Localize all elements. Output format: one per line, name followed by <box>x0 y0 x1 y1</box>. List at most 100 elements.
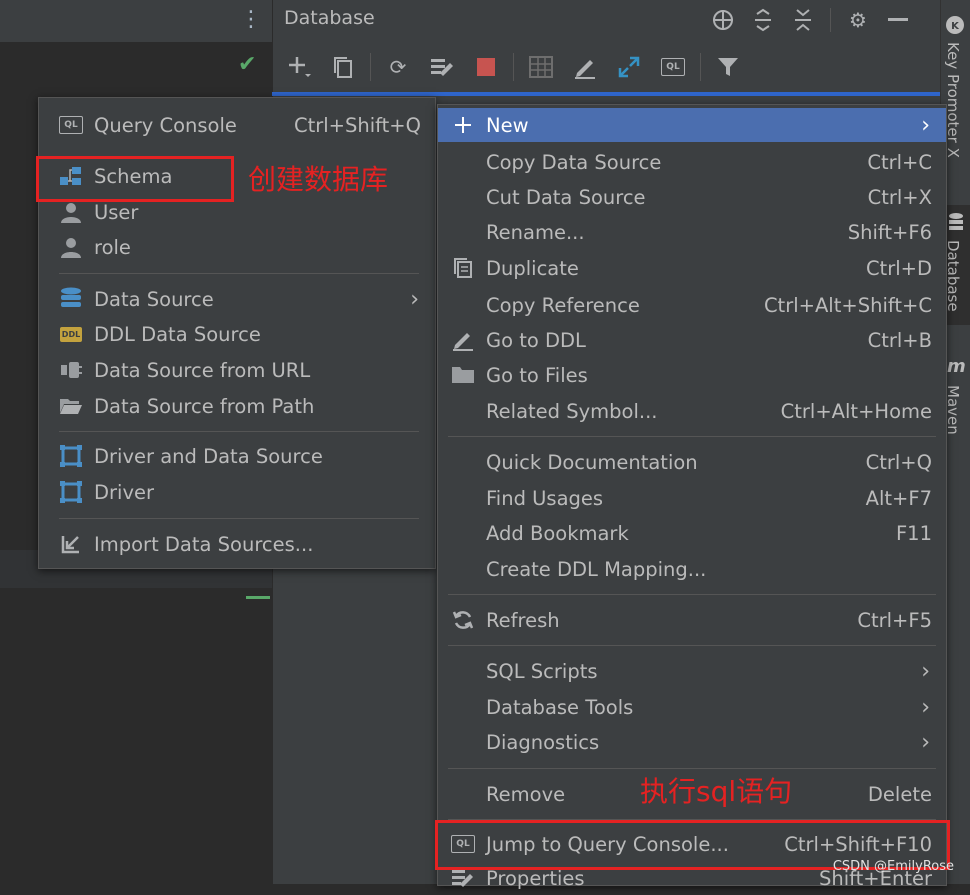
menu-item-shortcut: Ctrl+Shift+Q <box>293 113 421 137</box>
menu-item-new[interactable]: New › <box>438 108 946 142</box>
schema-annotation: 创建数据库 <box>248 163 389 196</box>
menu-item-copy-reference[interactable]: Copy Reference Ctrl+Alt+Shift+C <box>438 288 946 322</box>
query-console-icon[interactable]: QL <box>656 50 690 84</box>
submenu-arrow-icon: › <box>921 112 930 138</box>
refresh-icon[interactable]: ⟳ <box>381 50 415 84</box>
menu-separator <box>448 436 936 437</box>
query-console-icon: QL <box>59 113 83 137</box>
driver-icon <box>59 480 83 504</box>
minimize-icon[interactable] <box>885 5 911 35</box>
kebab-menu-icon[interactable]: ⋮ <box>240 6 262 34</box>
crosshair-icon[interactable] <box>710 5 736 35</box>
inspection-ok-icon: ✔ <box>238 52 257 77</box>
menu-item-label: Data Source <box>94 287 214 311</box>
menu-item-sql-scripts[interactable]: SQL Scripts › <box>438 654 946 688</box>
editor-tabbar <box>0 0 272 42</box>
menu-item-go-to-ddl[interactable]: Go to DDL Ctrl+B <box>438 323 946 357</box>
edit-icon[interactable] <box>568 50 602 84</box>
menu-item-label: Query Console <box>94 113 237 137</box>
refresh-icon <box>451 608 475 632</box>
table-icon[interactable] <box>524 50 558 84</box>
menu-item-find-usages[interactable]: Find Usages Alt+F7 <box>438 481 946 515</box>
menu-item-add-bookmark[interactable]: Add Bookmark F11 <box>438 516 946 550</box>
database-panel-title: Database <box>284 7 375 29</box>
menu-item-data-source[interactable]: Data Source › <box>39 282 435 316</box>
submenu-arrow-icon: › <box>410 286 419 312</box>
database-icon <box>947 212 965 234</box>
menu-item-label: User <box>94 200 139 224</box>
ddl-icon: DDL <box>59 322 83 346</box>
menu-item-label: Cut Data Source <box>486 185 646 209</box>
menu-item-label: Find Usages <box>486 486 604 510</box>
menu-item-create-ddl-mapping[interactable]: Create DDL Mapping... <box>438 552 946 586</box>
menu-separator <box>59 273 419 274</box>
maven-icon: m <box>947 356 966 377</box>
menu-separator <box>448 645 936 646</box>
menu-item-driver[interactable]: Driver <box>39 475 435 509</box>
database-toolbar: ⟳ QL <box>282 48 745 86</box>
menu-item-shortcut: Ctrl+B <box>867 328 932 352</box>
tree-selection-bar <box>272 92 940 96</box>
menu-item-label: role <box>94 235 131 259</box>
menu-separator <box>448 594 936 595</box>
copy-icon[interactable] <box>326 50 360 84</box>
submenu-arrow-icon: › <box>921 658 930 684</box>
menu-item-label: Data Source from Path <box>94 394 315 418</box>
menu-item-duplicate[interactable]: Duplicate Ctrl+D <box>438 251 946 285</box>
edit-pencil-icon <box>451 328 475 352</box>
menu-item-copy-data-source[interactable]: Copy Data Source Ctrl+C <box>438 145 946 179</box>
user-icon <box>59 200 83 224</box>
menu-item-label: Add Bookmark <box>486 521 629 545</box>
schema-props-icon[interactable] <box>425 50 459 84</box>
menu-item-label: Rename... <box>486 220 585 244</box>
menu-item-shortcut: Ctrl+F5 <box>857 608 932 632</box>
menu-item-label: Refresh <box>486 608 560 632</box>
gear-icon[interactable]: ⚙ <box>845 5 871 35</box>
menu-item-data-source-url[interactable]: Data Source from URL <box>39 353 435 387</box>
menu-item-label: Diagnostics <box>486 730 600 754</box>
jump-arrows-icon[interactable] <box>612 50 646 84</box>
menu-item-database-tools[interactable]: Database Tools › <box>438 690 946 724</box>
menu-item-driver-and-data-source[interactable]: Driver and Data Source <box>39 439 435 473</box>
menu-item-related-symbol[interactable]: Related Symbol... Ctrl+Alt+Home <box>438 394 946 428</box>
stop-icon[interactable] <box>469 50 503 84</box>
filter-icon[interactable] <box>711 50 745 84</box>
menu-item-label: Quick Documentation <box>486 450 698 474</box>
menu-separator <box>59 518 419 519</box>
menu-item-label: Duplicate <box>486 256 579 280</box>
add-icon[interactable] <box>282 50 316 84</box>
menu-item-go-to-files[interactable]: Go to Files <box>438 358 946 392</box>
change-marker <box>246 596 270 599</box>
import-icon <box>59 532 83 556</box>
header-divider <box>830 8 831 32</box>
menu-separator <box>448 768 936 769</box>
menu-item-label: SQL Scripts <box>486 659 598 683</box>
key-promoter-icon[interactable]: K <box>944 14 966 36</box>
svg-text:K: K <box>951 21 960 32</box>
url-plug-icon <box>59 358 83 382</box>
menu-item-query-console[interactable]: QL Query Console Ctrl+Shift+Q <box>39 108 435 142</box>
folder-open-icon <box>59 394 83 418</box>
submenu-arrow-icon: › <box>921 694 930 720</box>
menu-item-shortcut: Ctrl+X <box>867 185 932 209</box>
data-source-icon <box>59 287 83 311</box>
menu-item-label: Driver and Data Source <box>94 444 323 468</box>
menu-item-role[interactable]: role <box>39 230 435 264</box>
menu-item-import-data-sources[interactable]: Import Data Sources... <box>39 527 435 561</box>
menu-item-label: Go to DDL <box>486 328 586 352</box>
menu-item-refresh[interactable]: Refresh Ctrl+F5 <box>438 603 946 637</box>
menu-item-quick-documentation[interactable]: Quick Documentation Ctrl+Q <box>438 445 946 479</box>
menu-item-shortcut: Ctrl+D <box>865 256 932 280</box>
menu-item-ddl-data-source[interactable]: DDL DDL Data Source <box>39 317 435 351</box>
menu-item-shortcut: Shift+F6 <box>847 220 932 244</box>
collapse-all-icon[interactable] <box>790 5 816 35</box>
menu-item-label: Remove <box>486 782 566 806</box>
folder-icon <box>451 363 475 387</box>
menu-item-diagnostics[interactable]: Diagnostics › <box>438 725 946 759</box>
menu-item-rename[interactable]: Rename... Shift+F6 <box>438 215 946 249</box>
menu-item-data-source-path[interactable]: Data Source from Path <box>39 389 435 423</box>
menu-item-cut-data-source[interactable]: Cut Data Source Ctrl+X <box>438 180 946 214</box>
menu-item-label: Go to Files <box>486 363 588 387</box>
expand-all-icon[interactable] <box>750 5 776 35</box>
menu-item-shortcut: Alt+F7 <box>865 486 932 510</box>
